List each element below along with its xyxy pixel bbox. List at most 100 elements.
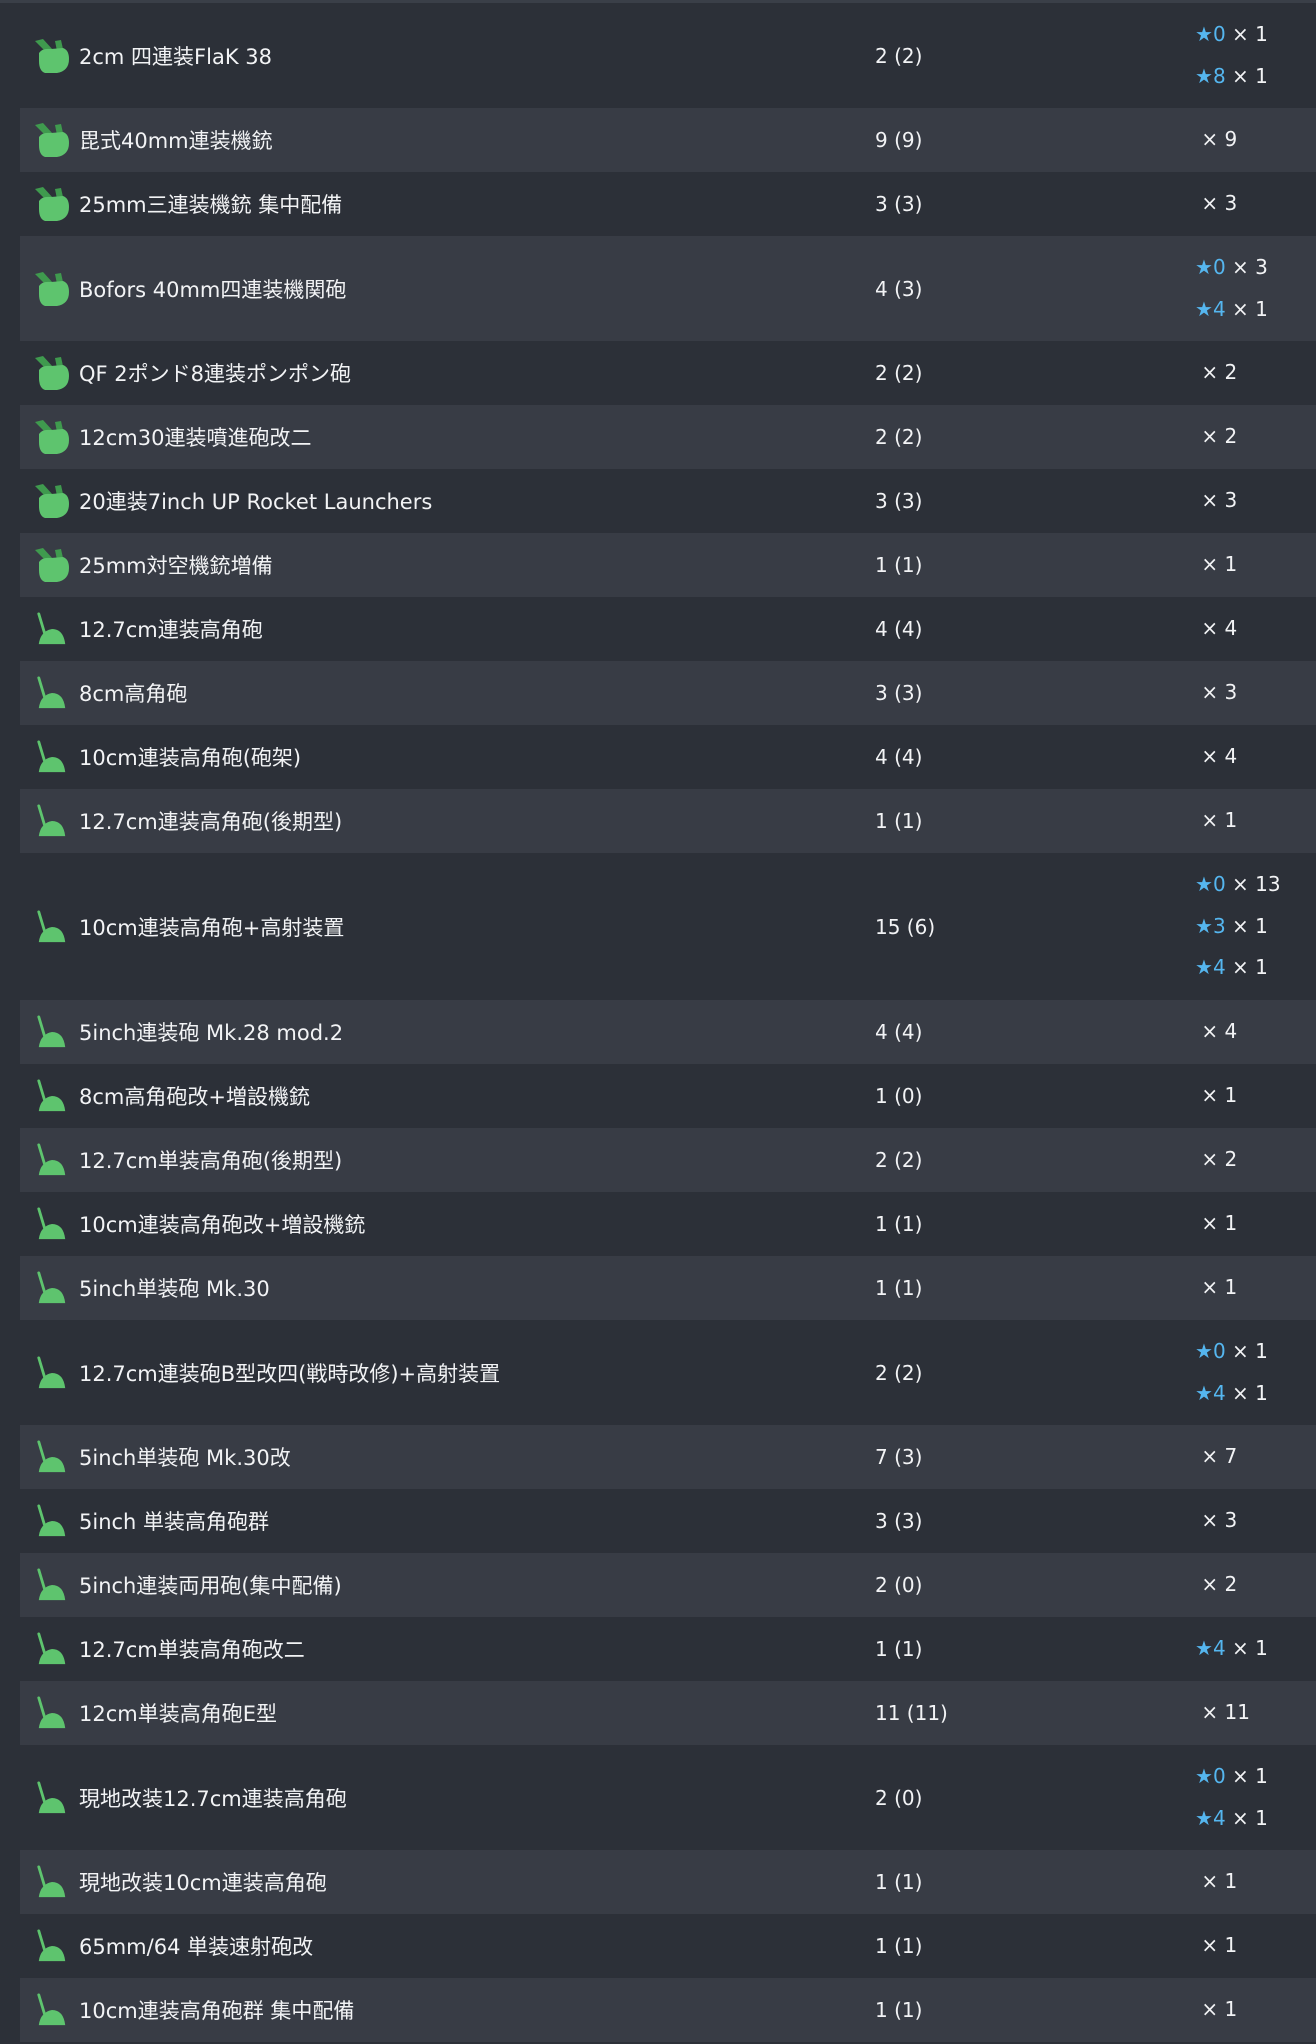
equipment-name: 12.7cm連装砲B型改四(戦時改修)+高射装置 bbox=[79, 1361, 501, 1386]
equipment-name: 12.7cm単装高角砲改二 bbox=[79, 1638, 305, 1662]
table-row[interactable]: 12cm30連装噴進砲改二 2 (2) × 2 bbox=[20, 405, 1316, 469]
improvement-entry: ★4 × 1 bbox=[1195, 1373, 1316, 1415]
table-row[interactable]: 12.7cm単装高角砲(後期型) 2 (2) × 2 bbox=[20, 1128, 1316, 1192]
equipment-name: 現地改装10cm連装高角砲 bbox=[79, 1871, 327, 1895]
table-row[interactable]: QF 2ポンド8連装ポンポン砲 2 (2) × 2 bbox=[20, 341, 1316, 405]
equipment-name: 現地改装12.7cm連装高角砲 bbox=[79, 1786, 347, 1811]
table-row[interactable]: 12.7cm連装高角砲(後期型) 1 (1) × 1 bbox=[20, 789, 1316, 853]
improvement-quantity: × 1 bbox=[1232, 22, 1268, 46]
equipment-name-cell: 20連装7inch UP Rocket Launchers bbox=[20, 481, 875, 521]
equipment-name-cell: 現地改装12.7cm連装高角砲 bbox=[20, 1778, 875, 1818]
improvement-entry: × 2 bbox=[1195, 1139, 1316, 1181]
table-row[interactable]: 25mm対空機銃増備 1 (1) × 1 bbox=[20, 533, 1316, 597]
equipment-name-cell: 10cm連装高角砲+高射装置 bbox=[20, 907, 875, 947]
equipment-count: 1 (1) bbox=[875, 1870, 923, 1894]
improvement-quantity: × 3 bbox=[1201, 488, 1238, 513]
improvement-quantity: × 13 bbox=[1232, 872, 1281, 897]
table-row[interactable]: 5inch単装砲 Mk.30改 7 (3) × 7 bbox=[20, 1425, 1316, 1489]
high-angle-gun-icon bbox=[30, 1204, 74, 1244]
star-icon: ★ bbox=[1195, 872, 1213, 897]
table-row[interactable]: 現地改装12.7cm連装高角砲 2 (0) ★0 × 1 ★4 × 1 bbox=[20, 1745, 1316, 1850]
improvement-quantity: × 2 bbox=[1201, 1147, 1238, 1172]
improvement-levels: × 4 bbox=[1195, 736, 1316, 778]
table-row[interactable]: 8cm高角砲 3 (3) × 3 bbox=[20, 661, 1316, 725]
equipment-count: 1 (0) bbox=[875, 1084, 923, 1108]
improvement-quantity: × 1 bbox=[1201, 1997, 1238, 2022]
equipment-name: 5inch連装両用砲(集中配備) bbox=[79, 1574, 342, 1598]
improvement-levels: × 2 bbox=[1195, 1139, 1316, 1181]
equipment-name-cell: 5inch 単装高角砲群 bbox=[20, 1501, 875, 1541]
equipment-name: 12cm単装高角砲E型 bbox=[79, 1702, 277, 1726]
improvement-quantity: × 1 bbox=[1201, 552, 1238, 577]
high-angle-gun-icon bbox=[30, 1437, 74, 1477]
table-row[interactable]: 毘式40mm連装機銃 9 (9) × 9 bbox=[20, 108, 1316, 172]
table-row[interactable]: 12.7cm連装砲B型改四(戦時改修)+高射装置 2 (2) ★0 × 1 ★4 × … bbox=[20, 1320, 1316, 1425]
equipment-name-cell: 5inch連装両用砲(集中配備) bbox=[20, 1565, 875, 1605]
table-row[interactable]: 10cm連装高角砲+高射装置 15 (6) ★0 × 13 ★3 × 1 ★4 × 1 bbox=[20, 853, 1316, 1000]
table-row[interactable]: 12.7cm単装高角砲改二 1 (1) ★4 × 1 bbox=[20, 1617, 1316, 1681]
table-row[interactable]: 12.7cm連装高角砲 4 (4) × 4 bbox=[20, 597, 1316, 661]
high-angle-gun-icon bbox=[30, 1501, 74, 1541]
improvement-entry: ★0 × 1 bbox=[1195, 14, 1316, 56]
equipment-name: 5inch 単装高角砲群 bbox=[79, 1510, 270, 1534]
equipment-name-cell: 25mm三連装機銃 集中配備 bbox=[20, 184, 875, 224]
improvement-entry: ★8 × 1 bbox=[1195, 56, 1316, 98]
improvement-quantity: × 1 bbox=[1232, 1339, 1268, 1363]
improvement-level: 4 bbox=[1212, 955, 1226, 980]
table-row[interactable]: 5inch単装砲 Mk.30 1 (1) × 1 bbox=[20, 1256, 1316, 1320]
high-angle-gun-icon bbox=[30, 609, 74, 649]
equipment-name: 5inch単装砲 Mk.30改 bbox=[79, 1446, 291, 1470]
improvement-level: 0 bbox=[1212, 1339, 1226, 1363]
equipment-name: 8cm高角砲 bbox=[79, 682, 188, 706]
improvement-entry: ★0 × 1 bbox=[1195, 1756, 1316, 1798]
improvement-quantity: × 4 bbox=[1201, 616, 1238, 641]
improvement-quantity: × 3 bbox=[1201, 191, 1238, 216]
improvement-entry: × 2 bbox=[1195, 1564, 1316, 1606]
table-row[interactable]: 8cm高角砲改+増設機銃 1 (0) × 1 bbox=[20, 1064, 1316, 1128]
equipment-count: 2 (2) bbox=[875, 43, 923, 68]
improvement-levels: × 1 bbox=[1195, 1925, 1316, 1967]
equipment-count: 3 (3) bbox=[875, 489, 923, 513]
equipment-name-cell: 10cm連装高角砲群 集中配備 bbox=[20, 1990, 875, 2030]
equipment-name: 12.7cm連装高角砲 bbox=[79, 618, 263, 642]
high-angle-gun-icon bbox=[30, 1926, 74, 1966]
equipment-name-cell: 5inch単装砲 Mk.30改 bbox=[20, 1437, 875, 1477]
improvement-entry: ★4 × 1 bbox=[1195, 947, 1316, 989]
table-row[interactable]: 10cm連装高角砲改+増設機銃 1 (1) × 1 bbox=[20, 1192, 1316, 1256]
improvement-entry: × 3 bbox=[1195, 672, 1316, 714]
table-row[interactable]: 2cm 四連装FlaK 38 2 (2) ★0 × 1 ★8 × 1 bbox=[20, 3, 1316, 108]
table-row[interactable]: 20連装7inch UP Rocket Launchers 3 (3) × 3 bbox=[20, 469, 1316, 533]
improvement-level: 4 bbox=[1212, 296, 1226, 321]
equipment-count: 2 (2) bbox=[875, 361, 923, 385]
improvement-entry: ★4 × 1 bbox=[1195, 289, 1316, 331]
table-row[interactable]: 10cm連装高角砲(砲架) 4 (4) × 4 bbox=[20, 725, 1316, 789]
equipment-name-cell: 12.7cm連装砲B型改四(戦時改修)+高射装置 bbox=[20, 1353, 875, 1393]
improvement-entry: ★0 × 1 bbox=[1195, 1331, 1316, 1373]
improvement-levels: × 7 bbox=[1195, 1436, 1316, 1478]
improvement-entry: ★0 × 13 bbox=[1195, 864, 1316, 906]
equipment-count: 1 (1) bbox=[875, 1998, 923, 2022]
improvement-levels: × 1 bbox=[1195, 800, 1316, 842]
table-row[interactable]: 25mm三連装機銃 集中配備 3 (3) × 3 bbox=[20, 172, 1316, 236]
table-row[interactable]: 5inch連装砲 Mk.28 mod.2 4 (4) × 4 bbox=[20, 1000, 1316, 1064]
improvement-level: 0 bbox=[1212, 22, 1226, 46]
star-icon: ★ bbox=[1195, 1636, 1213, 1661]
improvement-quantity: × 1 bbox=[1201, 1933, 1238, 1958]
improvement-levels: ★0 × 1 ★4 × 1 bbox=[1195, 1331, 1316, 1414]
improvement-entry: × 2 bbox=[1195, 416, 1316, 458]
table-row[interactable]: 現地改装10cm連装高角砲 1 (1) × 1 bbox=[20, 1850, 1316, 1914]
equipment-count: 11 (11) bbox=[875, 1701, 948, 1725]
aa-machine-gun-icon bbox=[30, 417, 74, 457]
table-row[interactable]: Bofors 40mm四連装機関砲 4 (3) ★0 × 3 ★4 × 1 bbox=[20, 236, 1316, 341]
table-row[interactable]: 12cm単装高角砲E型 11 (11) × 11 bbox=[20, 1681, 1316, 1745]
table-row[interactable]: 5inch連装両用砲(集中配備) 2 (0) × 2 bbox=[20, 1553, 1316, 1617]
equipment-name-cell: 12.7cm単装高角砲改二 bbox=[20, 1629, 875, 1669]
equipment-name-cell: 現地改装10cm連装高角砲 bbox=[20, 1862, 875, 1902]
improvement-quantity: × 1 bbox=[1232, 63, 1268, 88]
table-row[interactable]: 10cm連装高角砲群 集中配備 1 (1) × 1 bbox=[20, 1978, 1316, 2042]
equipment-count: 2 (0) bbox=[875, 1573, 923, 1597]
table-row[interactable]: 5inch 単装高角砲群 3 (3) × 3 bbox=[20, 1489, 1316, 1553]
equipment-name: Bofors 40mm四連装機関砲 bbox=[79, 277, 347, 302]
improvement-entry: × 2 bbox=[1195, 352, 1316, 394]
table-row[interactable]: 65mm/64 単装速射砲改 1 (1) × 1 bbox=[20, 1914, 1316, 1978]
